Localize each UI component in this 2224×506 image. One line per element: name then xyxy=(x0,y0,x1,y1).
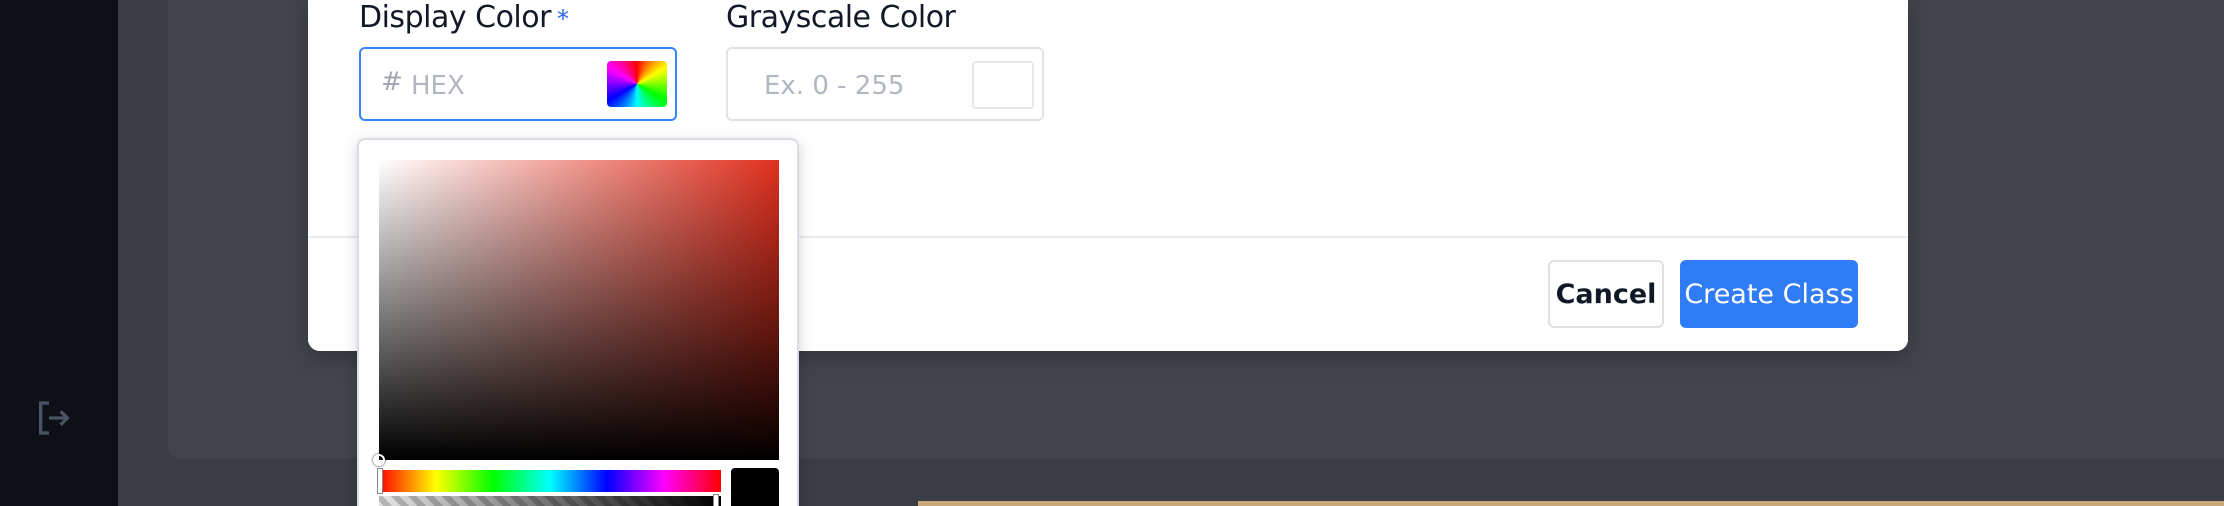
hue-slider[interactable] xyxy=(379,470,721,492)
saturation-area[interactable] xyxy=(379,160,779,460)
saturation-cursor[interactable] xyxy=(373,454,385,466)
display-color-input[interactable]: # HEX xyxy=(359,47,677,121)
bottom-strip xyxy=(918,501,2224,506)
color-picker-popover xyxy=(357,138,799,506)
hex-placeholder: HEX xyxy=(411,71,465,101)
logout-icon[interactable] xyxy=(34,398,74,438)
hash-prefix: # xyxy=(381,67,403,97)
create-class-button[interactable]: Create Class xyxy=(1680,260,1858,328)
color-wheel-icon[interactable] xyxy=(607,61,667,107)
required-marker: * xyxy=(556,5,569,33)
alpha-handle[interactable] xyxy=(713,494,719,506)
hue-handle[interactable] xyxy=(377,468,383,494)
grayscale-color-input[interactable]: Ex. 0 - 255 xyxy=(726,47,1044,121)
grayscale-color-label: Grayscale Color xyxy=(726,0,956,35)
cancel-button[interactable]: Cancel xyxy=(1548,260,1664,328)
alpha-slider[interactable] xyxy=(379,496,721,506)
display-color-label: Display Color * xyxy=(359,0,569,37)
sidebar xyxy=(0,0,118,506)
grayscale-placeholder: Ex. 0 - 255 xyxy=(764,71,905,101)
color-preview-swatch xyxy=(731,468,779,506)
display-color-label-text: Display Color xyxy=(359,0,551,35)
grayscale-swatch xyxy=(972,61,1034,109)
